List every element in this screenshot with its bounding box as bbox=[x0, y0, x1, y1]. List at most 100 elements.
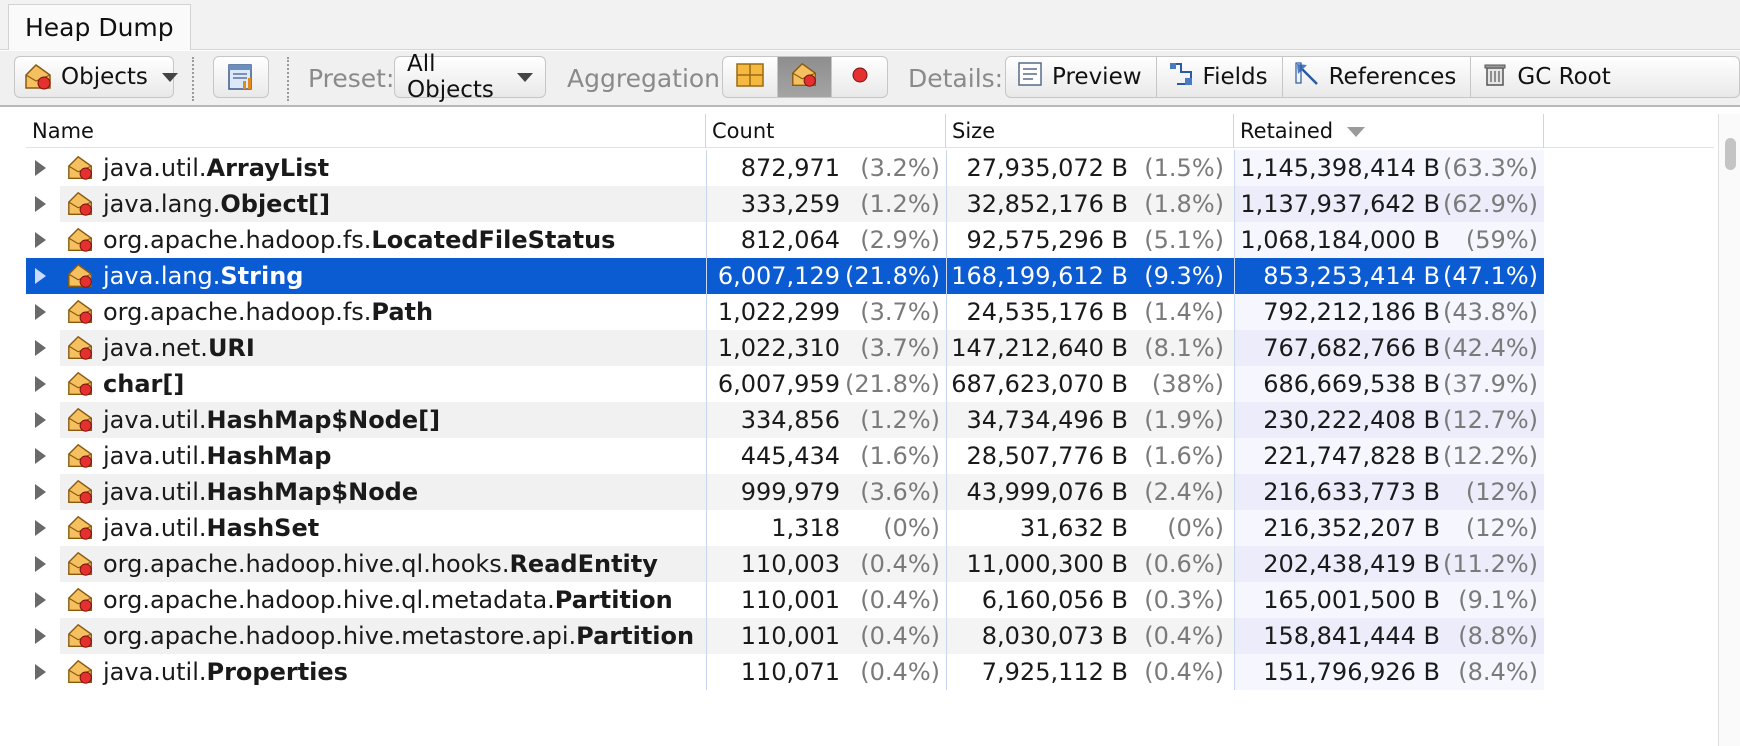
class-icon bbox=[66, 297, 96, 327]
table-row[interactable]: java.lang.String 6,007,129 (21.8%) 168,199,… bbox=[26, 258, 1714, 294]
fields-toggle-button[interactable]: Fields bbox=[1157, 57, 1283, 97]
package-name: java.lang. bbox=[103, 190, 221, 218]
retained-value: 853,253,414 B bbox=[1263, 262, 1440, 290]
name-cell: org.apache.hadoop.hive.ql.hooks.ReadEnti… bbox=[26, 546, 706, 582]
size-value: 7,925,112 B bbox=[981, 658, 1128, 686]
table-row[interactable]: java.util.HashMap 445,434 (1.6%) 28,507,776… bbox=[26, 438, 1714, 474]
count-percent: (21.8%) bbox=[845, 370, 940, 398]
expand-arrow-icon[interactable] bbox=[35, 520, 46, 536]
simple-class-name: Path bbox=[371, 298, 434, 326]
size-cell: 24,535,176 B (1.4%) bbox=[946, 294, 1234, 330]
title-bar: Heap Dump bbox=[0, 0, 1740, 50]
retained-cell: 216,352,207 B (12%) bbox=[1234, 510, 1544, 546]
summary-button[interactable] bbox=[213, 56, 269, 98]
retained-percent: (59%) bbox=[1465, 226, 1538, 254]
table-row[interactable]: java.util.Properties 110,071 (0.4%) 7,925,1… bbox=[26, 654, 1714, 690]
size-cell: 27,935,072 B (1.5%) bbox=[946, 150, 1234, 186]
table-row[interactable]: java.util.HashSet 1,318 (0%) 31,632 B (0%) 21… bbox=[26, 510, 1714, 546]
class-name: org.apache.hadoop.fs.LocatedFileStatus bbox=[103, 222, 615, 258]
retained-cell: 158,841,444 B (8.8%) bbox=[1234, 618, 1544, 654]
expand-arrow-icon[interactable] bbox=[35, 592, 46, 608]
size-percent: (1.6%) bbox=[1144, 442, 1224, 470]
retained-cell: 151,796,926 B (8.4%) bbox=[1234, 654, 1544, 690]
expand-arrow-icon[interactable] bbox=[35, 628, 46, 644]
table-row[interactable]: java.lang.Object[] 333,259 (1.2%) 32,852,17… bbox=[26, 186, 1714, 222]
scrollbar-thumb[interactable] bbox=[1725, 138, 1736, 170]
retained-percent: (8.4%) bbox=[1458, 658, 1538, 686]
size-cell: 168,199,612 B (9.3%) bbox=[946, 258, 1234, 294]
expand-arrow-icon[interactable] bbox=[35, 160, 46, 176]
expand-arrow-icon[interactable] bbox=[35, 448, 46, 464]
objects-view-dropdown[interactable]: Objects bbox=[14, 56, 178, 98]
package-name: org.apache.hadoop.hive.metastore.api. bbox=[103, 622, 577, 650]
count-value: 6,007,129 bbox=[717, 262, 840, 290]
size-percent: (0.6%) bbox=[1144, 550, 1224, 578]
size-cell: 7,925,112 B (0.4%) bbox=[946, 654, 1234, 690]
size-cell: 11,000,300 B (0.6%) bbox=[946, 546, 1234, 582]
chevron-down-icon bbox=[161, 72, 178, 82]
retained-cell: 165,001,500 B (9.1%) bbox=[1234, 582, 1544, 618]
count-percent: (0.4%) bbox=[860, 622, 940, 650]
column-header-count[interactable]: Count bbox=[706, 114, 946, 148]
count-cell: 110,001 (0.4%) bbox=[706, 618, 946, 654]
table-row[interactable]: org.apache.hadoop.hive.metastore.api.Par… bbox=[26, 618, 1714, 654]
size-value: 687,623,070 B bbox=[951, 370, 1128, 398]
class-name: java.util.HashMap$Node bbox=[103, 474, 418, 510]
count-value: 872,971 bbox=[740, 154, 840, 182]
class-name: java.util.HashMap$Node[] bbox=[103, 402, 440, 438]
preset-dropdown[interactable]: All Objects bbox=[394, 51, 546, 103]
count-percent: (0.4%) bbox=[860, 586, 940, 614]
chevron-down-icon bbox=[517, 72, 533, 82]
vertical-scrollbar[interactable] bbox=[1718, 114, 1740, 746]
package-name: org.apache.hadoop.hive.ql.hooks. bbox=[103, 550, 510, 578]
column-header-size[interactable]: Size bbox=[946, 114, 1234, 148]
simple-class-name: URI bbox=[207, 334, 255, 362]
classes-table: Name Count Size Retained java.util.Array… bbox=[26, 114, 1714, 746]
expand-arrow-icon[interactable] bbox=[35, 304, 46, 320]
count-value: 110,071 bbox=[740, 658, 840, 686]
table-row[interactable]: java.util.HashMap$Node[] 334,856 (1.2%) 34,… bbox=[26, 402, 1714, 438]
expand-arrow-icon[interactable] bbox=[35, 340, 46, 356]
heap-dump-tab[interactable]: Heap Dump bbox=[8, 4, 191, 50]
retained-value: 202,438,419 B bbox=[1263, 550, 1440, 578]
expand-arrow-icon[interactable] bbox=[35, 196, 46, 212]
size-value: 6,160,056 B bbox=[981, 586, 1128, 614]
aggregation-packages-button[interactable] bbox=[723, 57, 778, 97]
expand-arrow-icon[interactable] bbox=[35, 268, 46, 284]
table-row[interactable]: org.apache.hadoop.hive.ql.metadata.Parti… bbox=[26, 582, 1714, 618]
preview-toggle-button[interactable]: Preview bbox=[1006, 57, 1157, 97]
gc-root-toggle-button[interactable]: GC Root bbox=[1471, 57, 1624, 97]
column-header-retained[interactable]: Retained bbox=[1234, 114, 1544, 148]
references-toggle-button[interactable]: References bbox=[1283, 57, 1472, 97]
count-cell: 6,007,959 (21.8%) bbox=[706, 366, 946, 402]
table-row[interactable]: org.apache.hadoop.fs.Path 1,022,299 (3.7%)… bbox=[26, 294, 1714, 330]
table-row[interactable]: char[] 6,007,959 (21.8%) 687,623,070 B (38%)… bbox=[26, 366, 1714, 402]
table-row[interactable]: org.apache.hadoop.fs.LocatedFileStatus 81… bbox=[26, 222, 1714, 258]
expand-arrow-icon[interactable] bbox=[35, 232, 46, 248]
aggregation-classes-button[interactable] bbox=[777, 57, 833, 97]
table-row[interactable]: java.util.ArrayList 872,971 (3.2%) 27,935,0… bbox=[26, 150, 1714, 186]
expand-arrow-icon[interactable] bbox=[35, 556, 46, 572]
count-cell: 334,856 (1.2%) bbox=[706, 402, 946, 438]
table-row[interactable]: java.net.URI 1,022,310 (3.7%) 147,212,640 B… bbox=[26, 330, 1714, 366]
simple-class-name: Properties bbox=[206, 658, 348, 686]
class-icon bbox=[66, 585, 96, 615]
column-header-name[interactable]: Name bbox=[26, 114, 706, 148]
expand-arrow-icon[interactable] bbox=[35, 376, 46, 392]
expand-arrow-icon[interactable] bbox=[35, 484, 46, 500]
size-cell: 92,575,296 B (5.1%) bbox=[946, 222, 1234, 258]
package-name: org.apache.hadoop.hive.ql.metadata. bbox=[103, 586, 555, 614]
aggregation-instances-button[interactable] bbox=[832, 57, 887, 97]
count-percent: (1.2%) bbox=[860, 406, 940, 434]
expand-arrow-icon[interactable] bbox=[35, 664, 46, 680]
class-icon bbox=[66, 261, 96, 291]
expand-arrow-icon[interactable] bbox=[35, 412, 46, 428]
aggregation-toggle-group bbox=[722, 56, 888, 98]
name-cell: org.apache.hadoop.hive.ql.metadata.Parti… bbox=[26, 582, 706, 618]
table-row[interactable]: org.apache.hadoop.hive.ql.hooks.ReadEnti… bbox=[26, 546, 1714, 582]
count-value: 110,001 bbox=[740, 622, 840, 650]
retained-percent: (12%) bbox=[1465, 478, 1538, 506]
table-row[interactable]: java.util.HashMap$Node 999,979 (3.6%) 43,99… bbox=[26, 474, 1714, 510]
size-percent: (0.4%) bbox=[1144, 658, 1224, 686]
package-name: java.net. bbox=[103, 334, 208, 362]
